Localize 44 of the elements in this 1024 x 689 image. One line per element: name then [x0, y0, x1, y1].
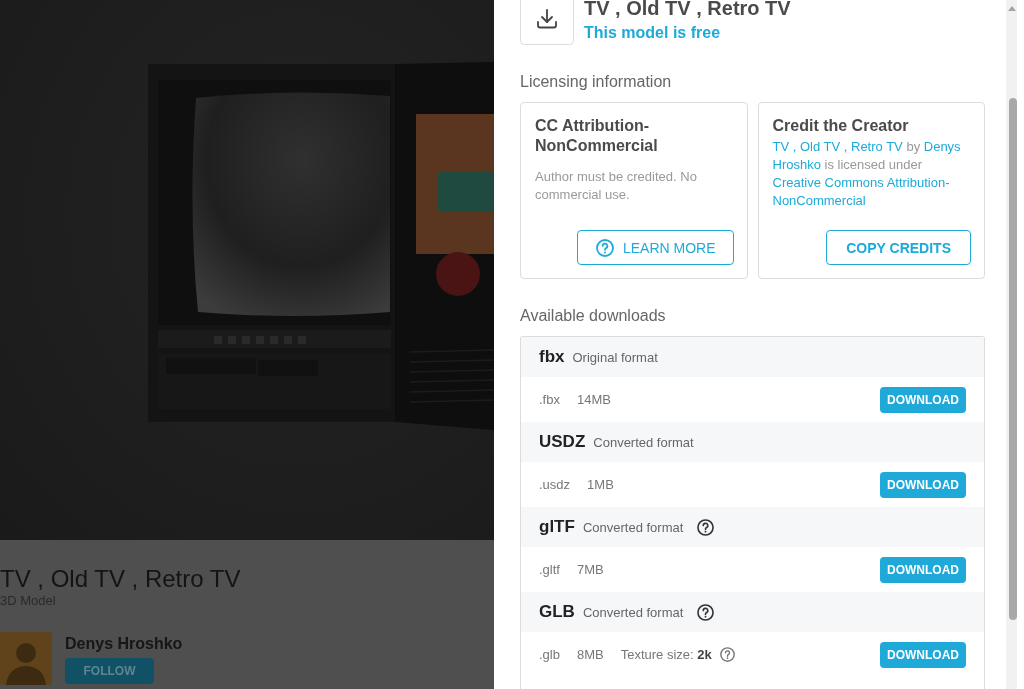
credit-link[interactable]: Creative Commons Attribution- [772, 175, 950, 190]
author-name[interactable]: Denys Hroshko [65, 634, 183, 654]
file-extension: .glb [539, 647, 560, 662]
format-name: glTF [539, 517, 575, 537]
format-name: USDZ [539, 432, 586, 452]
credit-link[interactable]: NonCommercial [772, 193, 866, 208]
license-title: CC Attribution-NonCommercial [535, 116, 659, 156]
price-note: This model is free [584, 23, 722, 43]
credit-title: Credit the Creator [772, 116, 910, 136]
format-note: Converted format [582, 604, 684, 620]
credit-link[interactable]: TV , Old TV , Retro TV [772, 139, 903, 154]
texture-size: Texture size: 2k [620, 647, 712, 662]
help-icon[interactable] [697, 518, 715, 536]
download-button[interactable]: DOWNLOAD [880, 556, 966, 583]
follow-button[interactable]: FOLLOW [65, 658, 154, 684]
format-note: Converted format [582, 519, 684, 535]
file-extension: .gltf [539, 562, 560, 577]
file-extension: .usdz [539, 477, 571, 492]
download-button[interactable]: DOWNLOAD [880, 471, 966, 498]
format-note: Converted format [593, 434, 694, 450]
file-size: 1MB [587, 477, 614, 492]
help-icon [595, 238, 614, 257]
learn-more-button[interactable]: LEARN MORE [576, 230, 734, 265]
copy-credits-button[interactable]: COPY CREDITS [826, 230, 971, 265]
scrollbar-thumb[interactable] [1009, 98, 1017, 620]
file-extension: .fbx [539, 392, 560, 407]
license-description: Author must be credited. No commercial use. [535, 168, 698, 204]
file-size: 7MB [576, 562, 604, 577]
dialog-title: TV , Old TV , Retro TV [584, 0, 791, 19]
section-heading: Licensing information [520, 72, 673, 92]
credit-text: TV , Old TV , Retro TV by Denys Hroshko is licensed under Creative Commons Attribution- NonCommercial [772, 138, 962, 210]
download-button[interactable]: DOWNLOAD [880, 641, 966, 668]
file-size: 8MB [576, 647, 604, 662]
model-title: TV , Old TV , Retro TV [0, 565, 242, 593]
download-button[interactable]: DOWNLOAD [880, 386, 966, 413]
help-icon[interactable] [697, 603, 715, 621]
format-note: Original format [572, 349, 658, 365]
credit-link[interactable]: Denys [923, 139, 961, 154]
format-name: fbx [539, 347, 565, 367]
avatar [0, 632, 52, 685]
credit-link[interactable]: Hroshko [772, 157, 821, 172]
format-name: GLB [539, 602, 575, 622]
section-heading: Available downloads [520, 306, 667, 326]
file-size: 14MB [576, 392, 611, 407]
